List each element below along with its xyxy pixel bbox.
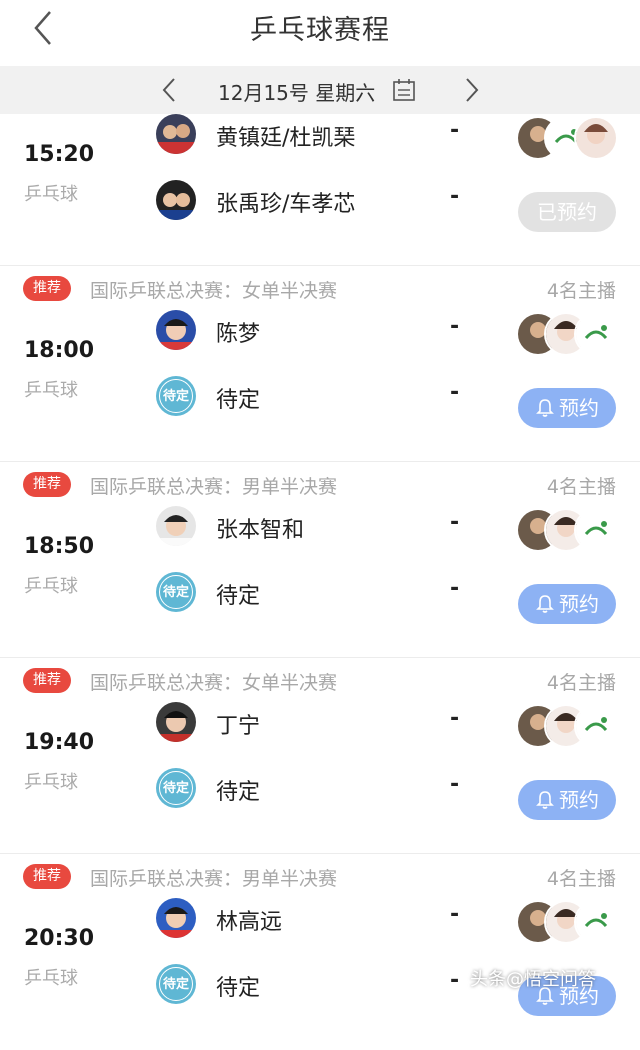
bell-icon: [536, 398, 554, 417]
page-title: 乒乓球赛程: [250, 15, 390, 46]
player-name: 待定: [216, 388, 261, 413]
booked-button[interactable]: 已预约: [518, 192, 616, 232]
streamer-avatars[interactable]: [516, 704, 618, 748]
match-card[interactable]: 15:20 乒乓球 黄镇廷/杜凯琹 - 张禹珍/车孝芯 - 已预约: [0, 70, 640, 266]
player-avatar: [156, 702, 196, 742]
tbd-avatar-icon: 待定: [156, 376, 196, 416]
remind-button[interactable]: 预约: [518, 584, 616, 624]
streamer-logo-icon: [574, 508, 618, 552]
player-name: 张禹珍/车孝芯: [216, 192, 356, 217]
match-card[interactable]: 推荐 国际乒联总决赛：女单半决赛 4名主播 18:00 乒乓球 陈梦 - 待定 …: [0, 266, 640, 462]
streamer-avatars[interactable]: [516, 116, 618, 160]
player-row: 丁宁 -: [156, 702, 476, 744]
player-row: 张禹珍/车孝芯 -: [156, 180, 476, 222]
recommend-badge: 推荐: [23, 668, 71, 693]
recommend-badge: 推荐: [23, 864, 71, 889]
player-name: 张本智和: [216, 518, 305, 543]
streamer-logo-icon: [574, 312, 618, 356]
match-time: 18:00: [24, 338, 95, 363]
recommend-badge: 推荐: [23, 472, 71, 497]
bell-icon: [536, 790, 554, 809]
sport-label: 乒乓球: [24, 184, 78, 205]
player-avatar: [156, 310, 196, 350]
streamer-avatars[interactable]: [516, 900, 618, 944]
host-count[interactable]: 4名主播: [547, 276, 616, 303]
player-score: -: [450, 968, 460, 993]
sport-label: 乒乓球: [24, 380, 78, 401]
player-row: 待定 待定 -: [156, 964, 476, 1006]
player-name: 待定: [216, 976, 261, 1001]
streamer-avatar: [574, 116, 618, 160]
player-name: 丁宁: [216, 714, 261, 739]
player-row: 张本智和 -: [156, 506, 476, 548]
top-bar: 乒乓球赛程: [0, 0, 640, 66]
sport-label: 乒乓球: [24, 968, 78, 989]
sport-label: 乒乓球: [24, 576, 78, 597]
match-card[interactable]: 推荐 国际乒联总决赛：男单半决赛 4名主播 18:50 乒乓球 张本智和 - 待…: [0, 462, 640, 658]
streamer-avatars[interactable]: [516, 312, 618, 356]
match-card[interactable]: 推荐 国际乒联总决赛：女单半决赛 4名主播 19:40 乒乓球 丁宁 - 待定 …: [0, 658, 640, 854]
player-score: -: [450, 510, 460, 535]
player-name: 待定: [216, 584, 261, 609]
remind-button[interactable]: 预约: [518, 388, 616, 428]
player-row: 黄镇廷/杜凯琹 -: [156, 114, 476, 156]
player-name: 待定: [216, 780, 261, 805]
player-row: 林高远 -: [156, 898, 476, 940]
streamer-avatars[interactable]: [516, 508, 618, 552]
player-score: -: [450, 706, 460, 731]
event-name: 国际乒联总决赛：男单半决赛: [90, 868, 338, 890]
event-name: 国际乒联总决赛：女单半决赛: [90, 672, 338, 694]
match-time: 15:20: [24, 142, 95, 167]
player-score: -: [450, 380, 460, 405]
player-row: 待定 待定 -: [156, 768, 476, 810]
bell-icon: [536, 594, 554, 613]
streamer-logo-icon: [574, 704, 618, 748]
tbd-avatar-icon: 待定: [156, 768, 196, 808]
recommend-badge: 推荐: [23, 276, 71, 301]
host-count[interactable]: 4名主播: [547, 472, 616, 499]
host-count[interactable]: 4名主播: [547, 864, 616, 891]
sport-label: 乒乓球: [24, 772, 78, 793]
player-row: 陈梦 -: [156, 310, 476, 352]
streamer-logo-icon: [574, 900, 618, 944]
player-avatar: [156, 114, 196, 154]
tbd-avatar-icon: 待定: [156, 572, 196, 612]
player-name: 陈梦: [216, 322, 261, 347]
player-score: -: [450, 772, 460, 797]
player-avatar: [156, 506, 196, 546]
player-row: 待定 待定 -: [156, 376, 476, 418]
match-time: 20:30: [24, 926, 95, 951]
player-score: -: [450, 576, 460, 601]
player-avatar: [156, 180, 196, 220]
player-score: -: [450, 184, 460, 209]
player-name: 林高远: [216, 910, 283, 935]
match-time: 18:50: [24, 534, 95, 559]
player-score: -: [450, 314, 460, 339]
player-row: 待定 待定 -: [156, 572, 476, 614]
player-avatar: [156, 898, 196, 938]
remind-button[interactable]: 预约: [518, 780, 616, 820]
tbd-avatar-icon: 待定: [156, 964, 196, 1004]
player-score: -: [450, 902, 460, 927]
watermark: 头条@悟空问答: [470, 969, 596, 990]
host-count[interactable]: 4名主播: [547, 668, 616, 695]
match-time: 19:40: [24, 730, 95, 755]
match-card[interactable]: 推荐 国际乒联总决赛：男单半决赛 4名主播 20:30 乒乓球 林高远 - 待定…: [0, 854, 640, 1050]
event-name: 国际乒联总决赛：女单半决赛: [90, 280, 338, 302]
event-name: 国际乒联总决赛：男单半决赛: [90, 476, 338, 498]
player-name: 黄镇廷/杜凯琹: [216, 126, 356, 151]
player-score: -: [450, 118, 460, 143]
